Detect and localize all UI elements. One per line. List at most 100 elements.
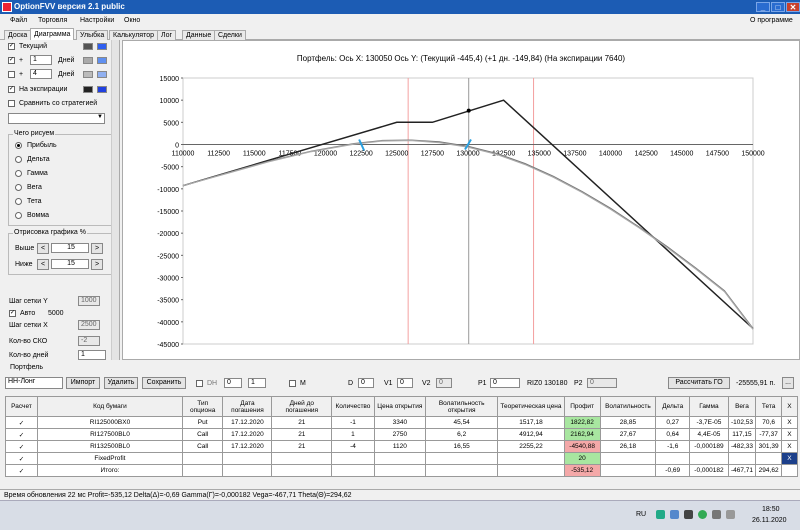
auto-checkbox[interactable]: ✓ [9,310,16,317]
left-panel-scrollbar[interactable] [111,40,119,360]
calc-checkbox[interactable]: ✓ [5,464,38,477]
radio-vega[interactable] [15,184,22,191]
tab-smile[interactable]: Улыбка [76,30,109,40]
remove-row-button[interactable]: X [780,440,799,453]
d-input[interactable]: 0 [358,378,374,388]
plus1-color-1[interactable] [83,57,93,64]
calc-checkbox[interactable]: ✓ [5,428,38,441]
remove-row-button[interactable] [780,464,799,477]
menu-settings[interactable]: Настройки [80,14,114,28]
payoff-chart[interactable]: Портфель: Ось X: 130050 Ось Y: (Текущий … [123,41,799,359]
tab-diagram[interactable]: Диаграмма [30,28,75,40]
plus4-color-1[interactable] [83,71,93,78]
menu-about[interactable]: О программе [750,14,793,28]
tray-icon-1[interactable] [656,510,665,519]
tab-data[interactable]: Данные [182,30,216,40]
menu-file[interactable]: Файл [10,14,27,28]
plus4-color-2[interactable] [97,71,107,78]
delete-button[interactable]: Удалить [104,377,138,389]
volume-icon[interactable] [726,510,735,519]
below-increase-button[interactable]: > [91,259,103,270]
current-color-1[interactable] [83,43,93,50]
column-header[interactable]: Волатильность открытия [424,396,499,417]
menu-window[interactable]: Окно [124,14,140,28]
close-button[interactable]: ✕ [786,2,800,12]
tray-icon-3[interactable] [684,510,693,519]
import-button[interactable]: Импорт [66,377,100,389]
sko-input[interactable]: -2 [78,336,100,346]
column-header[interactable]: Дата погашения [222,396,273,417]
plus1-days-input[interactable]: 1 [30,55,52,65]
calc-checkbox[interactable]: ✓ [5,416,38,429]
grid-y-input[interactable]: 1000 [78,296,100,306]
v1-input[interactable]: 0 [397,378,413,388]
save-button[interactable]: Сохранить [142,377,186,389]
days-count-input[interactable]: 1 [78,350,106,360]
radio-vomma[interactable] [15,212,22,219]
dh-checkbox[interactable] [196,380,203,387]
radio-gamma[interactable] [15,170,22,177]
column-header[interactable]: Цена открытия [373,396,426,417]
above-increase-button[interactable]: > [91,243,103,254]
table-row[interactable]: ✓ RI127500BL0 Call 17.12.2020 21 1 2750 6,2 4912… [5,428,799,441]
table-row[interactable]: ✓ RI132500BL0 Call 17.12.2020 21 -4 1120 16,55 2… [5,440,799,453]
tab-log[interactable]: Лог [157,30,177,40]
remove-row-button[interactable]: X [780,428,799,441]
exp-color-2[interactable] [97,86,107,93]
tab-board[interactable]: Доска [4,30,32,40]
table-row[interactable]: ✓ FixedProfit 20 X [5,452,799,465]
maximize-button[interactable]: □ [771,2,785,12]
calc-checkbox[interactable]: ✓ [5,440,38,453]
remove-row-button[interactable]: X [780,416,799,429]
column-header[interactable]: Тип опциона [181,396,224,417]
p2-input[interactable]: 0 [587,378,617,388]
column-header[interactable]: Код бумаги [36,396,183,417]
column-header[interactable]: Расчет [5,396,38,417]
column-header[interactable]: Дельта [655,396,691,417]
tab-calculator[interactable]: Калькулятор [109,30,158,40]
calc-checkbox[interactable]: ✓ [5,452,38,465]
grid-x-input[interactable]: 2500 [78,320,100,330]
column-header[interactable]: Вега [727,396,757,417]
p1-input[interactable]: 0 [490,378,520,388]
table-row[interactable]: ✓ RI125000BX0 Put 17.12.2020 21 -1 3340 45,54 15… [5,416,799,429]
current-checkbox[interactable]: ✓ [8,43,15,50]
remove-row-button[interactable]: X [780,452,799,465]
column-header[interactable]: Гамма [689,396,729,417]
column-header[interactable]: Волатильность [599,396,657,417]
column-header[interactable]: Количество [331,396,375,417]
chevron-down-icon[interactable]: ▼ [97,114,103,120]
above-input[interactable]: 15 [51,243,89,253]
strategy-select[interactable] [8,113,105,124]
portfolio-select[interactable]: НН-Лонг [5,377,63,389]
dh-input-1[interactable]: 0 [224,378,242,388]
column-header[interactable]: Дней до погашения [271,396,333,417]
radio-delta[interactable] [15,156,22,163]
below-decrease-button[interactable]: < [37,259,49,270]
minimize-button[interactable]: _ [756,2,770,12]
column-header[interactable]: Тета [755,396,782,417]
plus4-days-input[interactable]: 4 [30,69,52,79]
above-decrease-button[interactable]: < [37,243,49,254]
network-icon[interactable] [712,510,721,519]
exp-color-1[interactable] [83,86,93,93]
compare-checkbox[interactable] [8,100,15,107]
table-row[interactable]: ✓ Итого: -535,12 -0,69 -0,000182 -467,71 294,6… [5,464,799,477]
v2-input[interactable]: 0 [436,378,452,388]
plus1-checkbox[interactable]: ✓ [8,57,15,64]
language-indicator[interactable]: RU [636,511,646,518]
current-color-2[interactable] [97,43,107,50]
radio-profit[interactable] [15,142,22,149]
below-input[interactable]: 15 [51,259,89,269]
menu-trading[interactable]: Торговля [38,14,67,28]
column-header[interactable]: Профит [563,396,601,417]
expiration-checkbox[interactable]: ✓ [8,86,15,93]
m-checkbox[interactable] [289,380,296,387]
tab-deals[interactable]: Сделки [214,30,246,40]
column-header[interactable]: X [780,396,799,417]
calc-go-button[interactable]: Рассчитать ГО [668,377,730,389]
dh-input-2[interactable]: 1 [248,378,266,388]
chart-area[interactable]: Портфель: Ось X: 130050 Ось Y: (Текущий … [122,40,800,360]
plus4-checkbox[interactable] [8,71,15,78]
plus1-color-2[interactable] [97,57,107,64]
